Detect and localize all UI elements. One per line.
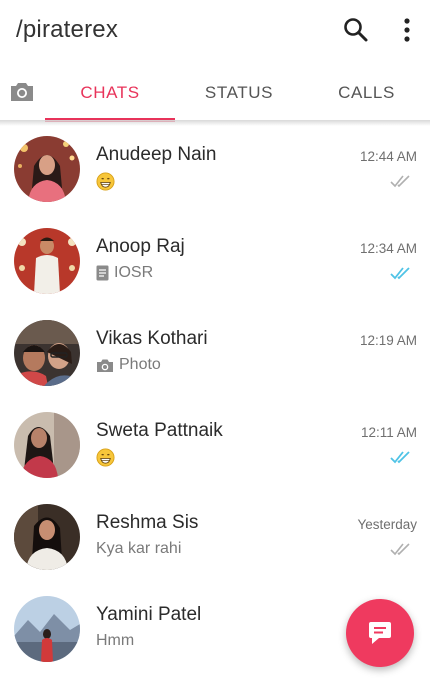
camera-icon	[97, 359, 113, 372]
preview-text: IOSR	[114, 264, 154, 281]
camera-icon	[11, 83, 33, 101]
message-time: 12:11 AM	[360, 425, 417, 440]
contact-name: Anudeep Nain	[96, 144, 217, 165]
contact-name: Anoop Raj	[96, 236, 185, 257]
grinning-emoji-icon	[96, 172, 115, 191]
contact-name: Vikas Kothari	[96, 328, 208, 349]
avatar[interactable]	[14, 596, 80, 662]
avatar[interactable]	[14, 136, 80, 202]
app-title: /piraterex	[16, 16, 119, 43]
avatar[interactable]	[14, 228, 80, 294]
message-preview	[96, 172, 115, 191]
double-check-icon	[390, 543, 410, 556]
double-check-read-icon	[390, 267, 410, 280]
chat-row[interactable]: Vikas Kothari Photo 12:19 AM	[0, 310, 430, 402]
message-preview	[96, 448, 115, 467]
message-preview: Photo	[96, 356, 161, 374]
double-check-icon	[390, 175, 410, 188]
double-check-read-icon	[390, 451, 410, 464]
contact-name: Reshma Sis	[96, 512, 199, 533]
chat-list: Anudeep Nain 12:44 AM Anoop Raj IOSR 12:…	[0, 126, 430, 678]
chat-row[interactable]: Sweta Pattnaik 12:11 AM	[0, 402, 430, 494]
message-time: 12:44 AM	[359, 149, 417, 164]
message-time: 12:34 AM	[359, 241, 417, 256]
tab-bar: CHATS STATUS CALLS	[0, 62, 430, 122]
preview-text: Kya kar rahi	[96, 540, 182, 557]
message-preview: Hmm	[96, 632, 134, 650]
tab-camera[interactable]	[0, 62, 42, 118]
app-bar: /piraterex	[0, 0, 430, 62]
message-time: 12:19 AM	[359, 333, 417, 348]
message-time: Yesterday	[357, 517, 417, 532]
chat-row[interactable]: Anoop Raj IOSR 12:34 AM	[0, 218, 430, 310]
contact-name: Sweta Pattnaik	[96, 420, 223, 441]
chat-row[interactable]: Reshma Sis Kya kar rahi Yesterday	[0, 494, 430, 586]
new-chat-icon	[369, 622, 391, 644]
tab-status[interactable]: STATUS	[175, 62, 303, 118]
tab-chats[interactable]: CHATS	[45, 62, 175, 118]
more-vert-icon[interactable]	[396, 16, 418, 44]
preview-text: Photo	[119, 356, 161, 373]
preview-text: Hmm	[96, 632, 135, 649]
contact-name: Yamini Patel	[96, 604, 202, 625]
avatar[interactable]	[14, 320, 80, 386]
document-icon	[96, 265, 109, 281]
new-chat-button[interactable]	[346, 599, 414, 667]
message-preview: Kya kar rahi	[96, 540, 181, 558]
avatar[interactable]	[14, 412, 80, 478]
tab-calls[interactable]: CALLS	[303, 62, 430, 118]
chat-row[interactable]: Anudeep Nain 12:44 AM	[0, 126, 430, 218]
avatar[interactable]	[14, 504, 80, 570]
message-preview: IOSR	[96, 264, 153, 282]
search-icon[interactable]	[342, 16, 370, 44]
grinning-emoji-icon	[96, 448, 115, 467]
